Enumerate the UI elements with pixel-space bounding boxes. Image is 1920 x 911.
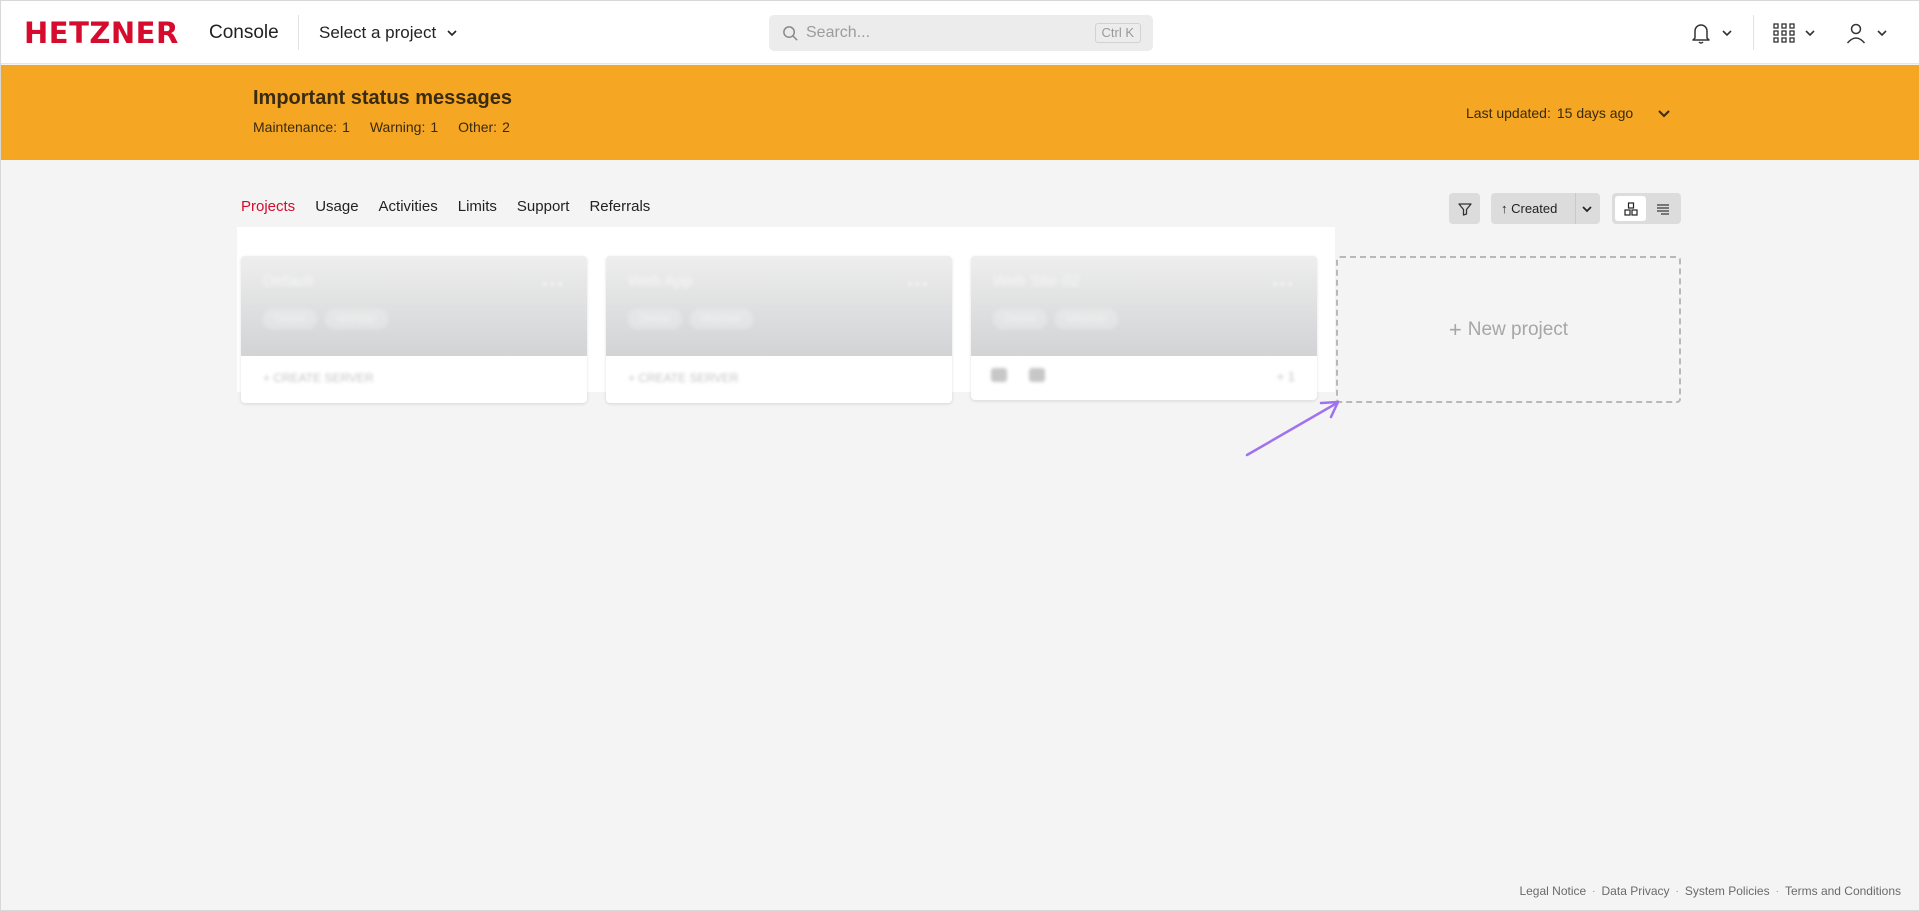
tab-usage[interactable]: Usage: [315, 198, 358, 215]
project-selector[interactable]: Select a project: [319, 20, 458, 46]
volume-icon: [1029, 368, 1045, 382]
search-icon: [783, 26, 798, 41]
project-name: Web App: [628, 273, 693, 290]
chevron-down-icon: [1722, 30, 1732, 37]
top-header: HETZNER Console Select a project Ctrl K: [1, 1, 1919, 64]
more-options-icon[interactable]: •••: [907, 276, 930, 294]
user-menu-button[interactable]: [1844, 19, 1888, 47]
project-tag: Member: [325, 309, 388, 329]
footer-link-terms[interactable]: Terms and Conditions: [1785, 884, 1901, 898]
hetzner-logo[interactable]: HETZNER: [24, 18, 179, 48]
resource-count: + 1: [1276, 369, 1295, 384]
project-card[interactable]: Web App ••• Owner Member + CREATE SERVER: [606, 256, 952, 403]
project-card[interactable]: Default ••• Owner Member + CREATE SERVER: [241, 256, 587, 403]
chevron-down-icon: [1582, 206, 1592, 213]
grid-view-button[interactable]: [1615, 196, 1646, 221]
tab-referrals[interactable]: Referrals: [589, 198, 650, 215]
sort-divider: [1575, 193, 1576, 224]
last-updated-label: Last updated:: [1466, 105, 1551, 121]
tab-limits[interactable]: Limits: [458, 198, 497, 215]
project-selector-label: Select a project: [319, 23, 437, 42]
tab-support[interactable]: Support: [517, 198, 570, 215]
product-name: Console: [209, 22, 279, 43]
warning-count: Warning: 1: [369, 119, 439, 135]
chevron-down-icon: [447, 30, 457, 37]
search-bar[interactable]: Ctrl K: [769, 15, 1153, 51]
banner-title: Important status messages: [253, 87, 512, 109]
create-server-link[interactable]: + CREATE SERVER: [628, 371, 739, 385]
plus-icon: +: [1448, 316, 1462, 342]
maintenance-count: Maintenance: 1: [253, 119, 350, 135]
tab-projects[interactable]: Projects: [241, 198, 295, 215]
more-options-icon[interactable]: •••: [542, 276, 565, 294]
sort-dropdown[interactable]: ↑ Created: [1491, 193, 1600, 224]
new-project-label: New project: [1467, 318, 1569, 340]
header-divider: [1753, 15, 1754, 50]
project-tags: Owner Member: [263, 309, 388, 329]
tab-activities[interactable]: Activities: [379, 198, 438, 215]
project-tags: Owner Member: [993, 309, 1118, 329]
footer-link-system-policies[interactable]: System Policies: [1685, 884, 1770, 898]
filter-icon: [1457, 202, 1472, 216]
status-counts: Maintenance: 1 Warning: 1 Other: 2: [253, 119, 510, 135]
new-project-button[interactable]: + New project: [1336, 256, 1681, 403]
project-card-header: [241, 256, 587, 356]
page-footer: Legal Notice · Data Privacy · System Pol…: [1519, 884, 1901, 898]
search-input[interactable]: [806, 15, 1106, 51]
grid-view-icon: [1623, 201, 1638, 216]
chevron-down-icon[interactable]: [1654, 103, 1674, 123]
more-options-icon[interactable]: •••: [1272, 276, 1295, 294]
project-tags: Owner Member: [628, 309, 753, 329]
last-updated-value: 15 days ago: [1556, 105, 1634, 121]
project-name: Web Site 02: [993, 273, 1080, 290]
project-tag: Member: [1055, 309, 1118, 329]
apps-menu-button[interactable]: [1772, 19, 1816, 47]
project-card[interactable]: Web Site 02 ••• Owner Member + 1: [971, 256, 1317, 400]
project-tag: Owner: [993, 309, 1048, 329]
create-server-link[interactable]: + CREATE SERVER: [263, 371, 374, 385]
server-icon: [991, 368, 1007, 382]
main-tabs: Projects Usage Activities Limits Support…: [241, 198, 650, 215]
project-name: Default: [263, 273, 314, 290]
project-tag: Member: [690, 309, 753, 329]
list-view-icon: [1656, 203, 1669, 215]
notifications-button[interactable]: [1689, 19, 1733, 47]
footer-separator: ·: [1592, 885, 1596, 897]
last-updated: Last updated: 15 days ago: [1466, 105, 1633, 121]
footer-separator: ·: [1775, 885, 1779, 897]
project-tag: Owner: [263, 309, 318, 329]
view-toggle: [1612, 193, 1681, 224]
header-divider: [298, 15, 299, 50]
user-icon: [1846, 23, 1866, 44]
project-card-header: [971, 256, 1317, 356]
resource-icons: [991, 368, 1045, 382]
other-count: Other: 2: [458, 119, 510, 135]
footer-link-legal-notice[interactable]: Legal Notice: [1519, 884, 1586, 898]
footer-separator: ·: [1675, 885, 1679, 897]
sort-label: ↑ Created: [1501, 201, 1558, 216]
annotation-arrow: [1245, 400, 1340, 457]
status-banner: Important status messages Maintenance: 1 …: [1, 65, 1919, 160]
list-view-button[interactable]: [1647, 196, 1678, 221]
project-card-header: [606, 256, 952, 356]
chevron-down-icon: [1877, 30, 1887, 37]
project-tag: Owner: [628, 309, 683, 329]
bell-icon: [1692, 24, 1710, 44]
chevron-down-icon: [1805, 30, 1815, 37]
apps-grid-icon: [1773, 23, 1795, 43]
footer-link-data-privacy[interactable]: Data Privacy: [1602, 884, 1670, 898]
filter-button[interactable]: [1449, 193, 1480, 224]
search-shortcut: Ctrl K: [1094, 23, 1141, 43]
